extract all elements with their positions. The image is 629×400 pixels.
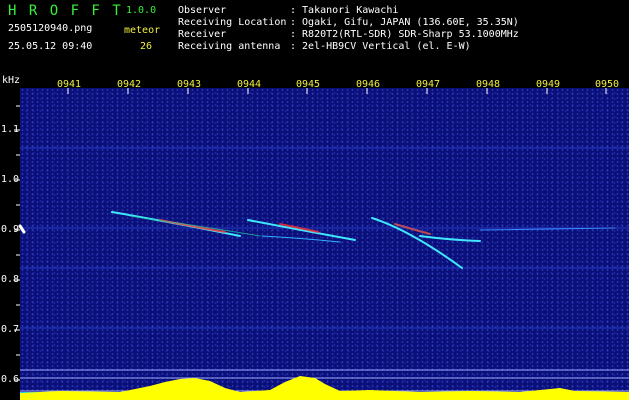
freq-tick-marks	[14, 105, 20, 381]
meteor-trail	[371, 217, 463, 269]
meteor-trail	[419, 235, 481, 242]
meteor-trail	[129, 215, 261, 237]
meteor-trail	[261, 235, 341, 243]
hrofft-window: H R O F F T 1.0.0 2505120940.png 25.05.1…	[0, 0, 629, 400]
signal-level-graph	[20, 376, 629, 400]
meteor-trails	[18, 211, 616, 269]
spectrogram-overlay	[14, 88, 629, 400]
carrier-marker	[18, 224, 26, 234]
interference-lines	[20, 147, 629, 329]
meteor-trail	[247, 219, 356, 241]
time-tick-marks	[67, 88, 607, 94]
